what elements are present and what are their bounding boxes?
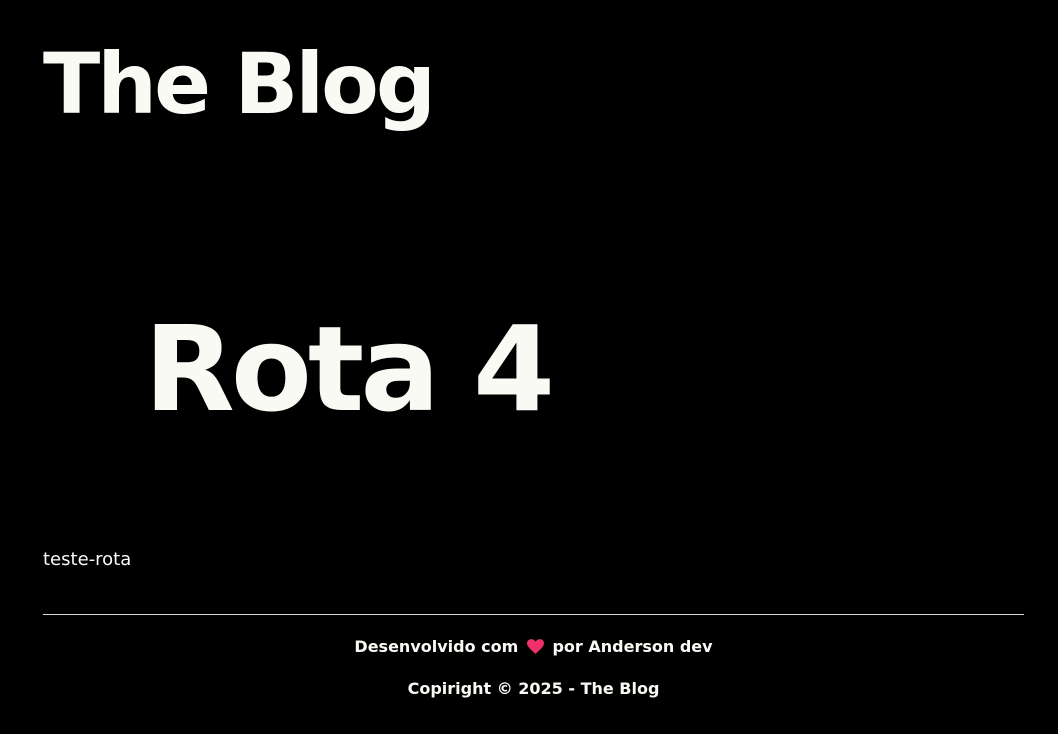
site-title[interactable]: The Blog (43, 38, 436, 131)
footer-credit: Desenvolvido com por Anderson dev (43, 637, 1024, 659)
footer-credit-prefix: Desenvolvido com (354, 637, 519, 656)
page-text: teste-rota (43, 549, 132, 570)
footer-credit-suffix: por Anderson dev (552, 637, 713, 656)
footer-divider (43, 614, 1024, 615)
heart-icon (526, 639, 544, 659)
page-heading: Rota 4 (144, 300, 555, 438)
footer-copyright: Copiright © 2025 - The Blog (407, 679, 660, 698)
